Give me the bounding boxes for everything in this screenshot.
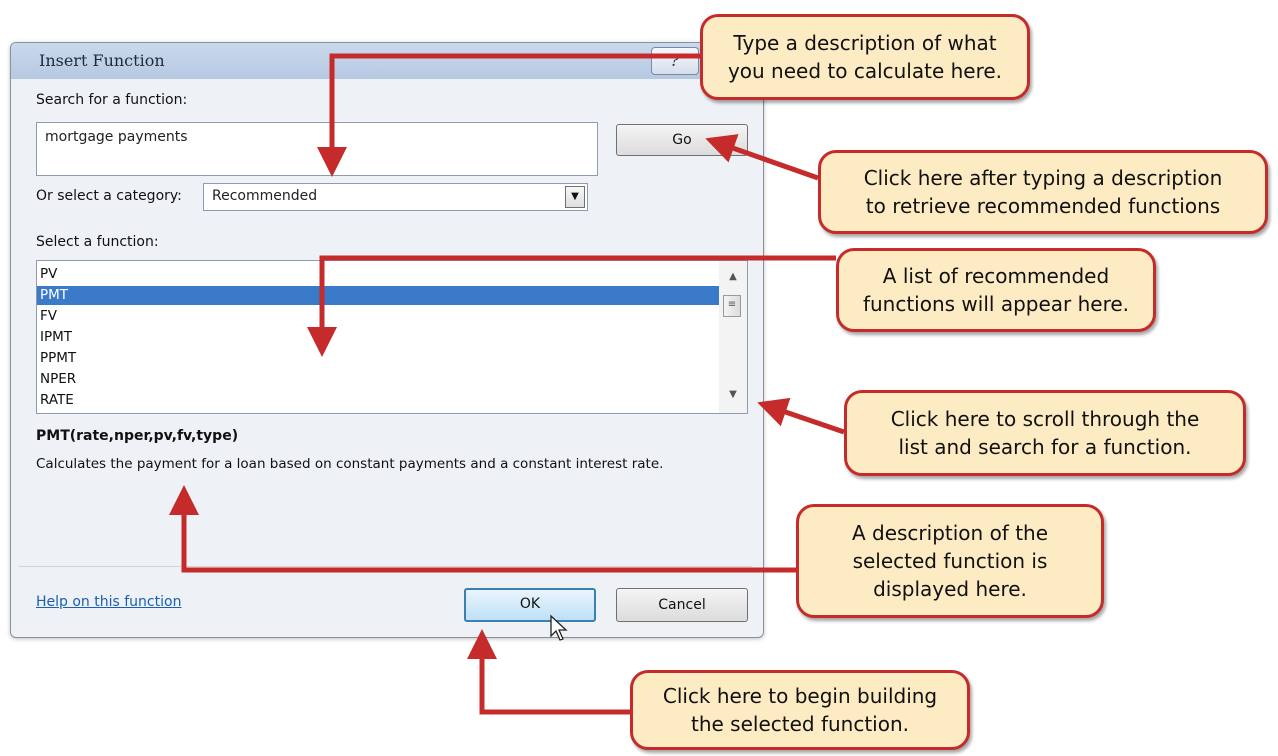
- arrow-to-description: [169, 485, 798, 573]
- callout-scroll: Click here to scroll through the list and…: [844, 390, 1246, 476]
- callout-line: selected function is: [852, 549, 1048, 573]
- arrow-to-search: [317, 53, 700, 177]
- arrow-to-scrollbar: [757, 397, 845, 435]
- callout-line: displayed here.: [873, 577, 1027, 601]
- callout-line: functions will appear here.: [862, 292, 1130, 316]
- annotation-arrows: [169, 53, 845, 715]
- callout-type-description: Type a description of what you need to ca…: [700, 14, 1030, 100]
- callout-description-shown: A description of the selected function is…: [796, 504, 1104, 618]
- arrow-to-list: [307, 255, 836, 357]
- callout-line: Click here to scroll through the: [890, 407, 1200, 431]
- callout-line: to retrieve recommended functions: [865, 194, 1221, 218]
- arrow-to-go: [705, 134, 819, 181]
- callout-line: you need to calculate here.: [727, 59, 1003, 83]
- arrow-to-ok: [467, 629, 630, 715]
- callout-line: Click here to begin building: [662, 684, 938, 708]
- callout-list-appears: A list of recommended functions will appe…: [836, 248, 1156, 332]
- callout-click-go: Click here after typing a description to …: [818, 150, 1268, 234]
- callout-line: the selected function.: [690, 712, 910, 736]
- callout-begin-building: Click here to begin building the selected…: [630, 670, 970, 750]
- callout-line: Type a description of what: [733, 31, 997, 55]
- callout-line: Click here after typing a description: [863, 166, 1223, 190]
- callout-line: A list of recommended: [882, 264, 1110, 288]
- callout-line: list and search for a function.: [898, 435, 1192, 459]
- callout-line: A description of the: [851, 521, 1049, 545]
